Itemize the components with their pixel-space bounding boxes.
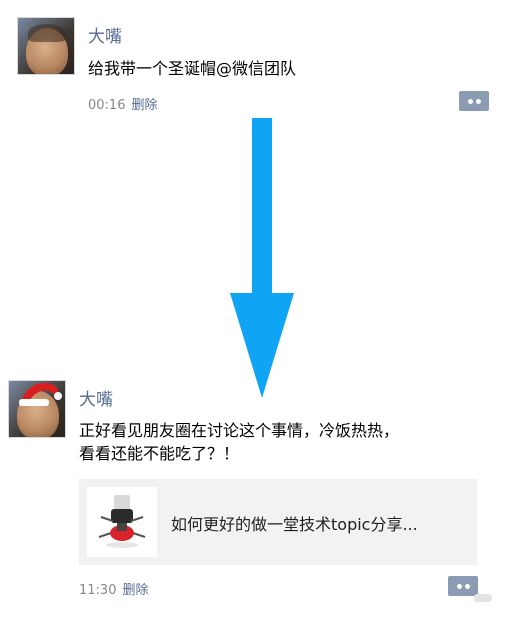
scroll-indicator bbox=[474, 594, 492, 602]
author-name[interactable]: 大嘴 bbox=[79, 385, 113, 410]
post-text-line-2: 看看还能不能吃了？！ bbox=[79, 444, 240, 463]
post-meta: 11:30 删除 bbox=[79, 579, 148, 598]
link-thumbnail bbox=[87, 487, 157, 557]
delete-link[interactable]: 删除 bbox=[131, 98, 157, 113]
post-text-line-1: 正好看见朋友圈在讨论这个事情，冷饭热热， bbox=[79, 421, 400, 440]
author-name[interactable]: 大嘴 bbox=[88, 22, 122, 47]
timestamp: 00:16 bbox=[88, 98, 126, 113]
avatar[interactable] bbox=[8, 380, 66, 438]
post-meta: 00:16 删除 bbox=[88, 94, 157, 113]
santa-hat-icon bbox=[19, 382, 62, 406]
down-arrow-icon bbox=[230, 118, 294, 398]
timestamp: 11:30 bbox=[79, 583, 117, 598]
shared-link-card[interactable]: 如何更好的做一堂技术topic分享... bbox=[79, 479, 477, 565]
post-text: 给我带一个圣诞帽@微信团队 bbox=[88, 59, 297, 78]
comment-dots-icon[interactable] bbox=[448, 576, 478, 596]
avatar[interactable] bbox=[17, 17, 75, 75]
delete-link[interactable]: 删除 bbox=[122, 583, 148, 598]
comment-dots-icon[interactable] bbox=[459, 91, 489, 111]
link-title: 如何更好的做一堂技术topic分享... bbox=[171, 515, 418, 534]
